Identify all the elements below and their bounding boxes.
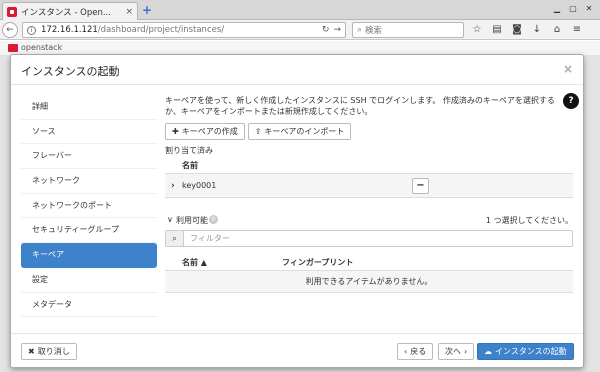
chevron-left-icon: ‹: [404, 347, 408, 356]
wizard-step-item[interactable]: 詳細: [21, 95, 157, 120]
close-icon: ✖: [28, 347, 35, 356]
import-keypair-label: キーペアのインポート: [264, 127, 345, 136]
wizard-step-item[interactable]: フレーバー: [21, 144, 157, 170]
chevron-right-icon[interactable]: ›: [171, 181, 175, 191]
menu-icon[interactable]: ≡: [570, 23, 584, 37]
modal-title: インスタンスの起動: [21, 65, 120, 78]
keypair-actions: ✚ キーペアの作成 ⇪ キーペアのインポート: [165, 123, 573, 140]
wizard-step-item[interactable]: ソース: [21, 120, 157, 145]
wizard-step-item[interactable]: メタデータ: [21, 293, 157, 318]
brand-name: openstack: [21, 43, 63, 52]
bookmark-star-icon[interactable]: ☆: [470, 23, 484, 37]
back-arrow-icon[interactable]: ←: [2, 22, 18, 38]
remove-keypair-button[interactable]: −: [412, 178, 429, 194]
import-keypair-button[interactable]: ⇪ キーペアのインポート: [247, 123, 352, 140]
launch-instance-button[interactable]: ☁ インスタンスの起動: [477, 343, 574, 360]
chevron-down-icon: ∨: [167, 215, 173, 224]
back-label: 戻る: [410, 347, 427, 356]
wizard-step-item[interactable]: ネットワークのポート: [21, 194, 157, 219]
modal-footer: ✖ 取り消し ‹ 戻る 次へ › ☁ インスタンスの起動: [11, 333, 583, 368]
pocket-icon[interactable]: ◙: [510, 23, 524, 37]
browser-tab-bar: インスタンス - Open... × + ▁ ▢ ✕: [0, 0, 600, 20]
browser-nav-bar: ← i 172.16.1.121 /dashboard/project/inst…: [0, 20, 600, 40]
dashboard-header: openstack: [0, 41, 600, 55]
empty-message: 利用できるアイテムがありません。: [165, 271, 573, 293]
select-hint: 1 つ選択してください。: [485, 216, 573, 225]
url-path: /dashboard/project/instances/: [97, 25, 225, 35]
allocated-section-label: 割り当て済み: [165, 146, 213, 155]
search-placeholder: 検索: [365, 26, 383, 36]
filter-input[interactable]: ⌕ フィルター: [165, 230, 573, 247]
tab-close-icon[interactable]: ×: [125, 7, 133, 17]
launch-instance-modal: インスタンスの起動 × 詳細 ソース フレーバー ネットワーク ネットワークのポート セキ…: [10, 54, 584, 368]
cancel-button[interactable]: ✖ 取り消し: [21, 343, 77, 360]
close-icon[interactable]: ×: [563, 62, 573, 76]
home-icon[interactable]: ⌂: [550, 23, 564, 37]
wizard-step-item[interactable]: ネットワーク: [21, 169, 157, 194]
wizard-step-item[interactable]: 設定: [21, 268, 157, 293]
next-button[interactable]: 次へ ›: [438, 343, 475, 360]
next-label: 次へ: [445, 347, 461, 356]
window-close-icon[interactable]: ✕: [582, 3, 596, 15]
cloud-upload-icon: ☁: [484, 347, 492, 356]
reload-icon[interactable]: ↻: [322, 25, 330, 35]
search-icon: ⌕: [357, 25, 363, 35]
forward-arrow-icon[interactable]: →: [333, 25, 341, 35]
url-host: 172.16.1.121: [41, 25, 98, 35]
search-icon: ⌕: [166, 231, 184, 246]
cancel-label: 取り消し: [37, 347, 70, 356]
wizard-step-item[interactable]: キーペア: [21, 243, 157, 268]
fingerprint-column-header: フィンガープリント: [282, 258, 354, 267]
available-count-badge: 0: [209, 215, 218, 224]
launch-label: インスタンスの起動: [495, 347, 567, 356]
tab-title: インスタンス - Open...: [21, 7, 111, 18]
download-icon[interactable]: ↓: [530, 23, 544, 37]
openstack-logo-icon: [8, 44, 18, 52]
name-column-header[interactable]: 名前 ▲: [182, 257, 207, 268]
create-keypair-label: キーペアの作成: [181, 127, 238, 136]
keypair-step-content: キーペアを使って、新しく作成したインスタンスに SSH でログインします。 作成…: [165, 95, 573, 293]
available-table-header: 名前 ▲ フィンガープリント: [165, 255, 573, 271]
wizard-steps-nav: 詳細 ソース フレーバー ネットワーク ネットワークのポート セキュリティーグループ キーペ…: [21, 95, 157, 318]
keypair-description: キーペアを使って、新しく作成したインスタンスに SSH でログインします。 作成…: [165, 96, 555, 116]
browser-tab[interactable]: インスタンス - Open... ×: [2, 2, 138, 20]
reading-list-icon[interactable]: ▤: [490, 23, 504, 37]
search-bar[interactable]: ⌕ 検索: [352, 22, 464, 38]
minimize-icon[interactable]: ▁: [550, 3, 564, 15]
modal-header: インスタンスの起動 ×: [11, 55, 583, 85]
available-label: 利用可能: [176, 216, 208, 225]
available-section-header[interactable]: ∨ 利用可能 0 1 つ選択してください。: [165, 214, 573, 228]
openstack-favicon-icon: [7, 6, 17, 17]
new-tab-button[interactable]: +: [142, 3, 152, 17]
upload-icon: ⇪: [254, 127, 262, 136]
url-bar[interactable]: i 172.16.1.121 /dashboard/project/instan…: [22, 22, 346, 38]
allocated-name-header: 名前: [182, 161, 198, 170]
table-row: › key0001 −: [165, 173, 573, 198]
create-keypair-button[interactable]: ✚ キーペアの作成: [165, 123, 245, 140]
back-button[interactable]: ‹ 戻る: [397, 343, 434, 360]
filter-placeholder: フィルター: [190, 234, 230, 243]
browser-toolbar: ☆ ▤ ◙ ↓ ⌂ ≡: [470, 23, 584, 37]
plus-icon: ✚: [172, 127, 179, 136]
keypair-name: key0001: [182, 181, 217, 190]
chevron-right-icon: ›: [464, 347, 468, 356]
maximize-icon[interactable]: ▢: [566, 3, 580, 15]
site-info-icon[interactable]: i: [27, 25, 36, 35]
wizard-step-item[interactable]: セキュリティーグループ: [21, 218, 157, 244]
window-controls: ▁ ▢ ✕: [550, 3, 596, 15]
